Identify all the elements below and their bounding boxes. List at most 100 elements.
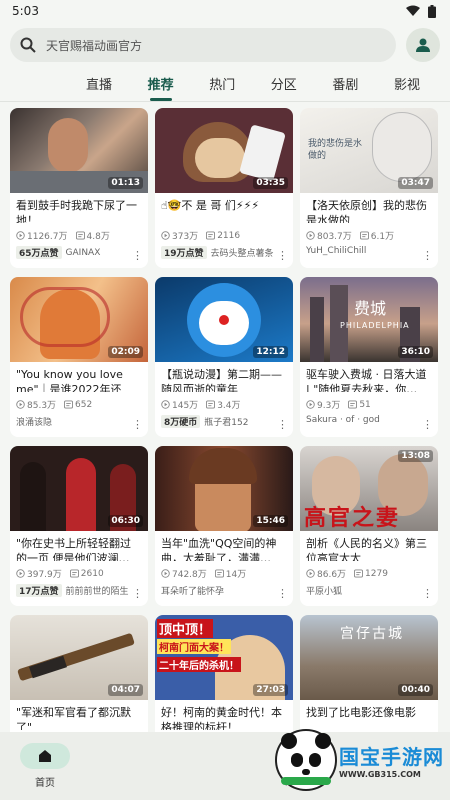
uploader-name[interactable]: Sakura · of · god xyxy=(306,415,380,425)
uploader-name[interactable]: YuH_ChiliChill xyxy=(306,246,366,256)
status-bar: 5:03 xyxy=(0,0,450,22)
video-duration: 00:40 xyxy=(398,684,433,696)
danmaku-count: 3.4万 xyxy=(217,401,241,411)
more-options-icon[interactable]: ⋮ xyxy=(277,588,288,599)
video-duration: 36:10 xyxy=(398,346,433,358)
video-thumbnail: 04:07 xyxy=(10,615,148,700)
uploader-name[interactable]: 前前前世的陌生 xyxy=(66,584,129,597)
tab-movies[interactable]: 影视 xyxy=(394,74,420,101)
more-options-icon[interactable]: ⋮ xyxy=(277,250,288,261)
video-duration: 27:03 xyxy=(253,684,288,696)
danmaku-icon xyxy=(64,400,74,409)
video-duration: 02:09 xyxy=(108,346,143,358)
like-badge: 17万点赞 xyxy=(16,584,62,597)
video-card[interactable]: 03:35 ☝🤓不 是 哥 们⚡⚡⚡ 373万 2116 19万点赞 去码头整点薯… xyxy=(155,108,293,268)
video-title: 剖析《人民的名义》第三位高官太太 xyxy=(306,537,427,561)
thumbnail-title: 费城 xyxy=(354,299,387,318)
uploader-name[interactable]: 去码头整点薯条 xyxy=(211,246,274,259)
view-count: 397.9万 xyxy=(27,570,62,580)
danmaku-count: 652 xyxy=(75,399,93,410)
nav-home[interactable]: 首页 xyxy=(5,743,85,789)
video-feed: 01:13 看到鼓手时我跪下尿了一地！ 1126.7万 4.8万 65万点赞 GA… xyxy=(10,108,440,775)
video-duration: 04:07 xyxy=(108,684,143,696)
thumbnail-text-2: 柯南门面大案！ xyxy=(157,639,231,654)
more-options-icon[interactable]: ⋮ xyxy=(422,419,433,430)
category-tabs: 直播 推荐 热门 分区 番剧 影视 xyxy=(0,68,450,102)
uploader-name[interactable]: 浪涌该隐 xyxy=(16,415,52,428)
more-options-icon[interactable]: ⋮ xyxy=(132,588,143,599)
more-options-icon[interactable]: ⋮ xyxy=(277,419,288,430)
video-thumbnail: 15:46 xyxy=(155,446,293,531)
video-duration: 06:30 xyxy=(108,515,143,527)
danmaku-icon xyxy=(359,231,369,240)
play-count-icon xyxy=(161,231,170,240)
video-title: 驱车驶入费城 · 日落大道 | "随他夏去秋来，你… xyxy=(306,368,427,392)
watermark-brand: 国宝手游网 xyxy=(339,745,444,769)
video-title: "You know you love me"｜是谁2022年还在… xyxy=(16,368,123,392)
more-options-icon[interactable]: ⋮ xyxy=(422,250,433,261)
view-count: 86.6万 xyxy=(317,570,347,580)
video-thumbnail: 12:12 xyxy=(155,277,293,362)
video-thumbnail: 02:09 xyxy=(10,277,148,362)
uploader-name[interactable]: 瓶子君152 xyxy=(204,415,248,428)
thumbnail-title: 高官之妻 xyxy=(304,506,401,531)
view-count: 1126.7万 xyxy=(27,232,68,242)
uploader-name[interactable]: 耳朵听了能怀孕 xyxy=(161,584,224,597)
video-thumbnail: 费城 PHILADELPHIA 36:10 xyxy=(300,277,438,362)
danmaku-count: 51 xyxy=(359,399,371,410)
video-thumbnail: 宫仔古城 00:40 xyxy=(300,615,438,700)
tab-categories[interactable]: 分区 xyxy=(271,74,297,101)
uploader-name[interactable]: GAINAX xyxy=(66,248,101,258)
nav-home-label: 首页 xyxy=(35,778,55,789)
panda-logo-icon xyxy=(275,729,337,791)
video-title: "你在史书上所轻轻翻过的一页 便是他们波澜… xyxy=(16,537,132,561)
video-duration: 03:47 xyxy=(398,177,433,189)
search-icon xyxy=(20,37,36,53)
danmaku-icon xyxy=(75,231,85,240)
video-duration: 12:12 xyxy=(253,346,288,358)
thumbnail-subtitle: PHILADELPHIA xyxy=(340,321,410,330)
thumbnail-text-1: 顶中顶！ xyxy=(157,619,214,638)
view-count: 85.3万 xyxy=(27,401,57,411)
video-card[interactable]: 15:46 当年"血洗"QQ空间的神曲，太羞耻了，满满… 742.8万 14万 … xyxy=(155,446,293,606)
video-card[interactable]: 06:30 "你在史书上所轻轻翻过的一页 便是他们波澜… 397.9万 2610… xyxy=(10,446,148,606)
view-count: 803.7万 xyxy=(317,232,352,242)
video-thumbnail: 01:13 xyxy=(10,108,148,193)
play-count-icon xyxy=(306,231,315,240)
home-icon xyxy=(39,750,51,762)
battery-icon xyxy=(428,4,436,18)
video-card[interactable]: 我的悲伤是水做的 03:47 【洛天依原创】我的悲伤是水做的 803.7万 6.… xyxy=(300,108,438,268)
video-title: 【洛天依原创】我的悲伤是水做的 xyxy=(306,199,427,223)
coin-badge: 8万硬币 xyxy=(161,415,201,428)
thumbnail-caption: 我的悲伤是水做的 xyxy=(308,139,363,161)
danmaku-icon xyxy=(206,400,216,409)
more-options-icon[interactable]: ⋮ xyxy=(422,588,433,599)
search-input[interactable]: 天官赐福动画官方 xyxy=(10,28,396,62)
video-card[interactable]: 12:12 【瓶说动漫】第二期——随风而逝的童年 145万 3.4万 8万硬币瓶… xyxy=(155,277,293,437)
view-count: 373万 xyxy=(172,232,199,242)
watermark-url: WWW.GB315.COM xyxy=(339,770,421,779)
danmaku-count: 14万 xyxy=(225,570,247,580)
video-card[interactable]: 02:09 "You know you love me"｜是谁2022年还在… … xyxy=(10,277,148,437)
thumbnail-text-3: 二十年后的杀机！ xyxy=(157,657,241,672)
tab-recommend[interactable]: 推荐 xyxy=(148,74,174,101)
video-duration: 03:35 xyxy=(253,177,288,189)
tab-hot[interactable]: 热门 xyxy=(209,74,235,101)
view-count: 742.8万 xyxy=(172,570,207,580)
video-thumbnail: 03:35 xyxy=(155,108,293,193)
video-card[interactable]: 01:13 看到鼓手时我跪下尿了一地！ 1126.7万 4.8万 65万点赞 GA… xyxy=(10,108,148,268)
video-duration: 13:08 xyxy=(398,450,433,462)
video-card[interactable]: 高官之妻 13:08 剖析《人民的名义》第三位高官太太 86.6万 1279 平… xyxy=(300,446,438,606)
uploader-name[interactable]: 平原小狐 xyxy=(306,584,342,597)
video-thumbnail: 06:30 xyxy=(10,446,148,531)
video-card[interactable]: 费城 PHILADELPHIA 36:10 驱车驶入费城 · 日落大道 | "随… xyxy=(300,277,438,437)
tab-anime[interactable]: 番剧 xyxy=(332,74,358,101)
more-options-icon[interactable]: ⋮ xyxy=(132,419,143,430)
view-count: 145万 xyxy=(172,401,199,411)
tab-live[interactable]: 直播 xyxy=(86,74,112,101)
video-title: 好！柯南的黄金时代！本格推理的标杆！ xyxy=(161,706,282,730)
view-count: 9.3万 xyxy=(317,401,341,411)
account-button[interactable] xyxy=(406,28,440,62)
danmaku-count: 2116 xyxy=(217,230,241,241)
more-options-icon[interactable]: ⋮ xyxy=(132,250,143,261)
